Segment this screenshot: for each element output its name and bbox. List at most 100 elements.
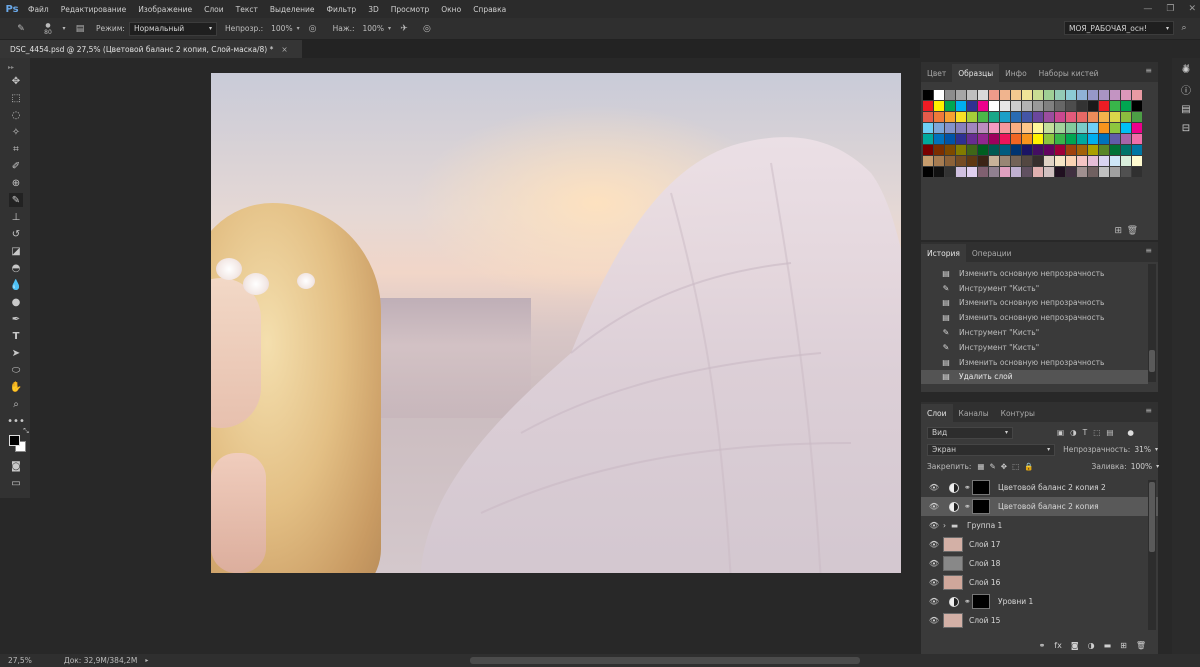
mask-link-icon[interactable]: ⚭ xyxy=(964,483,971,492)
tab-brush-presets[interactable]: Наборы кистей xyxy=(1033,64,1105,82)
color-swatch[interactable] xyxy=(1033,167,1043,177)
visibility-eye-icon[interactable]: 👁 xyxy=(928,597,940,606)
workspace-select[interactable]: МОЯ_РАБОЧАЯ_осн! ▾ xyxy=(1064,21,1174,35)
close-tab-icon[interactable]: × xyxy=(281,45,287,54)
menu-item[interactable]: 3D xyxy=(362,5,385,14)
color-swatch[interactable] xyxy=(1121,112,1131,122)
color-swatch[interactable] xyxy=(934,145,944,155)
color-swatch[interactable] xyxy=(956,167,966,177)
color-swatch[interactable] xyxy=(978,145,988,155)
layer-mask-thumbnail[interactable] xyxy=(972,480,990,495)
color-swatch[interactable] xyxy=(967,167,977,177)
color-swatch[interactable] xyxy=(1055,134,1065,144)
color-swatch[interactable] xyxy=(1077,156,1087,166)
color-swatch[interactable] xyxy=(989,123,999,133)
color-swatch[interactable] xyxy=(1000,134,1010,144)
color-swatch[interactable] xyxy=(1033,123,1043,133)
color-swatch[interactable] xyxy=(1022,134,1032,144)
color-swatch[interactable] xyxy=(1011,101,1021,111)
color-swatch[interactable] xyxy=(1044,112,1054,122)
color-swatch[interactable] xyxy=(1066,167,1076,177)
color-swatch[interactable] xyxy=(945,134,955,144)
color-swatch[interactable] xyxy=(1000,123,1010,133)
color-settings-icon[interactable]: ✺ xyxy=(1179,63,1193,77)
tab-paths[interactable]: Контуры xyxy=(995,404,1041,422)
paint-bucket-tool-icon[interactable]: ◓ xyxy=(9,261,23,275)
color-swatch[interactable] xyxy=(1088,90,1098,100)
color-swatch[interactable] xyxy=(1033,90,1043,100)
color-swatch[interactable] xyxy=(1066,134,1076,144)
color-swatch[interactable] xyxy=(978,90,988,100)
menu-item[interactable]: Изображение xyxy=(132,5,198,14)
color-swatch[interactable] xyxy=(1044,167,1054,177)
color-swatch[interactable] xyxy=(923,112,933,122)
color-swatch[interactable] xyxy=(1099,167,1109,177)
color-swatch[interactable] xyxy=(1077,145,1087,155)
layer-style-icon[interactable]: fx xyxy=(1054,641,1062,650)
color-swatch[interactable] xyxy=(934,112,944,122)
color-swatch[interactable] xyxy=(1033,156,1043,166)
color-swatch[interactable] xyxy=(1099,90,1109,100)
color-swatch[interactable] xyxy=(1121,123,1131,133)
visibility-eye-icon[interactable]: 👁 xyxy=(928,502,940,511)
color-swatch[interactable] xyxy=(1132,145,1142,155)
airbrush-icon[interactable]: ✈ xyxy=(397,22,411,36)
tab-layers[interactable]: Слои xyxy=(921,404,953,422)
marquee-tool-icon[interactable]: ⬚ xyxy=(9,91,23,105)
color-swatch[interactable] xyxy=(1110,123,1120,133)
lock-pixels-icon[interactable]: ✎ xyxy=(990,462,996,471)
brush-panel-icon[interactable]: ▤ xyxy=(73,22,87,36)
color-swatch[interactable] xyxy=(989,90,999,100)
color-swatch[interactable] xyxy=(945,167,955,177)
new-group-icon[interactable]: ▬ xyxy=(1104,641,1112,650)
delete-layer-icon[interactable]: 🗑 xyxy=(1136,641,1146,650)
color-swatch[interactable] xyxy=(967,90,977,100)
tab-actions[interactable]: Операции xyxy=(966,244,1018,262)
color-swatch[interactable] xyxy=(923,123,933,133)
color-swatch[interactable] xyxy=(1077,134,1087,144)
color-swatch[interactable] xyxy=(1066,145,1076,155)
pressure-opacity-icon[interactable]: ◎ xyxy=(306,22,320,36)
chevron-down-icon[interactable]: ▾ xyxy=(297,25,300,32)
color-swatch[interactable] xyxy=(934,167,944,177)
history-item[interactable]: ▤ Изменить основную непрозрачность xyxy=(921,296,1148,311)
color-swatch[interactable] xyxy=(1088,145,1098,155)
color-swatch[interactable] xyxy=(1110,145,1120,155)
color-swatch[interactable] xyxy=(1077,90,1087,100)
color-swatch[interactable] xyxy=(1099,101,1109,111)
color-swatch[interactable] xyxy=(1055,167,1065,177)
minimize-icon[interactable]: — xyxy=(1143,4,1152,14)
chevron-down-icon[interactable]: ▾ xyxy=(1156,463,1159,470)
color-swatch[interactable] xyxy=(923,167,933,177)
dodge-tool-icon[interactable]: ● xyxy=(9,295,23,309)
quick-mask-icon[interactable]: ◙ xyxy=(9,459,23,473)
history-item[interactable]: ✎ Инструмент "Кисть" xyxy=(921,340,1148,355)
lock-position-icon[interactable]: ✥ xyxy=(1001,462,1007,471)
menu-item[interactable]: Слои xyxy=(198,5,230,14)
color-swatch[interactable] xyxy=(956,112,966,122)
search-icon[interactable]: ⌕ xyxy=(1177,21,1191,35)
lock-transparency-icon[interactable]: ▦ xyxy=(977,462,984,471)
layer-filter-select[interactable]: Вид ▾ xyxy=(927,426,1013,439)
color-swatch[interactable] xyxy=(1055,112,1065,122)
color-swatch[interactable] xyxy=(1033,112,1043,122)
color-swatch[interactable] xyxy=(956,123,966,133)
color-swatch[interactable] xyxy=(1033,134,1043,144)
brush-tool-icon[interactable]: ✎ xyxy=(9,193,23,207)
blur-tool-icon[interactable]: 💧 xyxy=(9,278,23,292)
chevron-down-icon[interactable]: ▾ xyxy=(388,25,391,32)
color-swatch[interactable] xyxy=(967,145,977,155)
color-swatch[interactable] xyxy=(1121,167,1131,177)
properties-icon[interactable]: ▤ xyxy=(1179,102,1193,116)
color-swatch[interactable] xyxy=(1011,112,1021,122)
visibility-eye-icon[interactable]: 👁 xyxy=(928,483,940,492)
menu-item[interactable]: Файл xyxy=(22,5,55,14)
blend-mode-select[interactable]: Экран ▾ xyxy=(927,443,1056,456)
history-item[interactable]: ▤ Изменить основную непрозрачность xyxy=(921,310,1148,325)
menu-item[interactable]: Фильтр xyxy=(321,5,363,14)
color-swatch[interactable] xyxy=(923,145,933,155)
panel-menu-icon[interactable]: ≡ xyxy=(1145,406,1152,415)
menu-item[interactable]: Текст xyxy=(230,5,264,14)
color-swatch[interactable] xyxy=(1044,90,1054,100)
layer-mask-thumbnail[interactable] xyxy=(972,499,990,514)
